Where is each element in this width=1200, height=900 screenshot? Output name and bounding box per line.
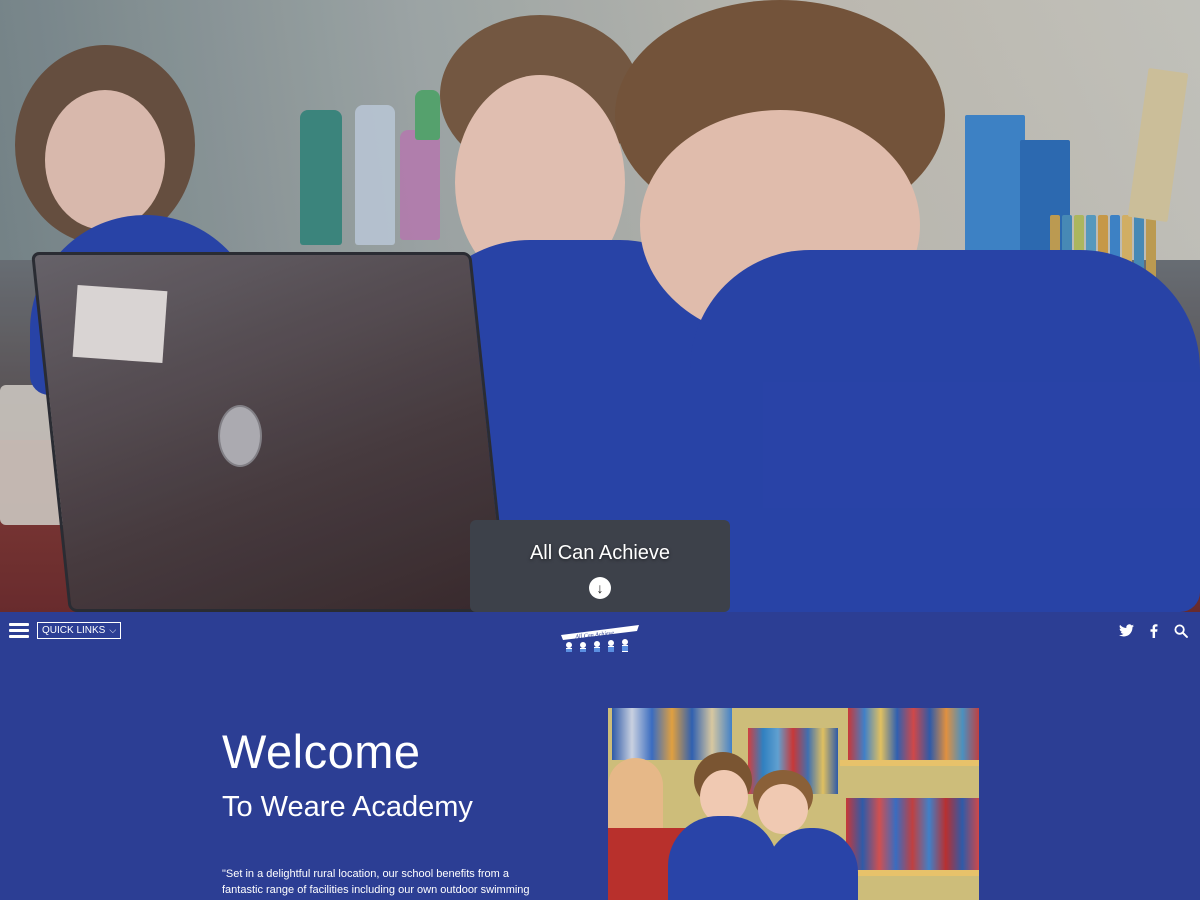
social-links [1119,624,1188,639]
chevron-down-icon: ⌵ [109,625,117,635]
welcome-section: Welcome To Weare Academy "Set in a delig… [0,652,1200,900]
hero-tagline: All Can Achieve [529,542,671,564]
main-navbar: QUICK LINKS ⌵ All Can Achieve [0,612,1200,662]
hero-banner: All Can Achieve ↓ [0,0,1200,612]
library-photo [608,708,979,900]
welcome-title: Welcome [222,725,421,778]
quick-links-label: QUICK LINKS [42,625,106,636]
twitter-icon[interactable] [1119,624,1134,639]
facebook-icon[interactable] [1146,624,1161,639]
welcome-subtitle: To Weare Academy [222,791,473,823]
quick-links-dropdown[interactable]: QUICK LINKS ⌵ [37,622,122,639]
search-icon[interactable] [1173,624,1188,639]
arrow-down-circle-icon[interactable]: ↓ [589,577,611,599]
svg-text:All Can Achieve: All Can Achieve [574,631,615,641]
welcome-quote: "Set in a delightful rural location, our… [222,868,530,896]
hamburger-menu-icon[interactable] [9,623,29,639]
